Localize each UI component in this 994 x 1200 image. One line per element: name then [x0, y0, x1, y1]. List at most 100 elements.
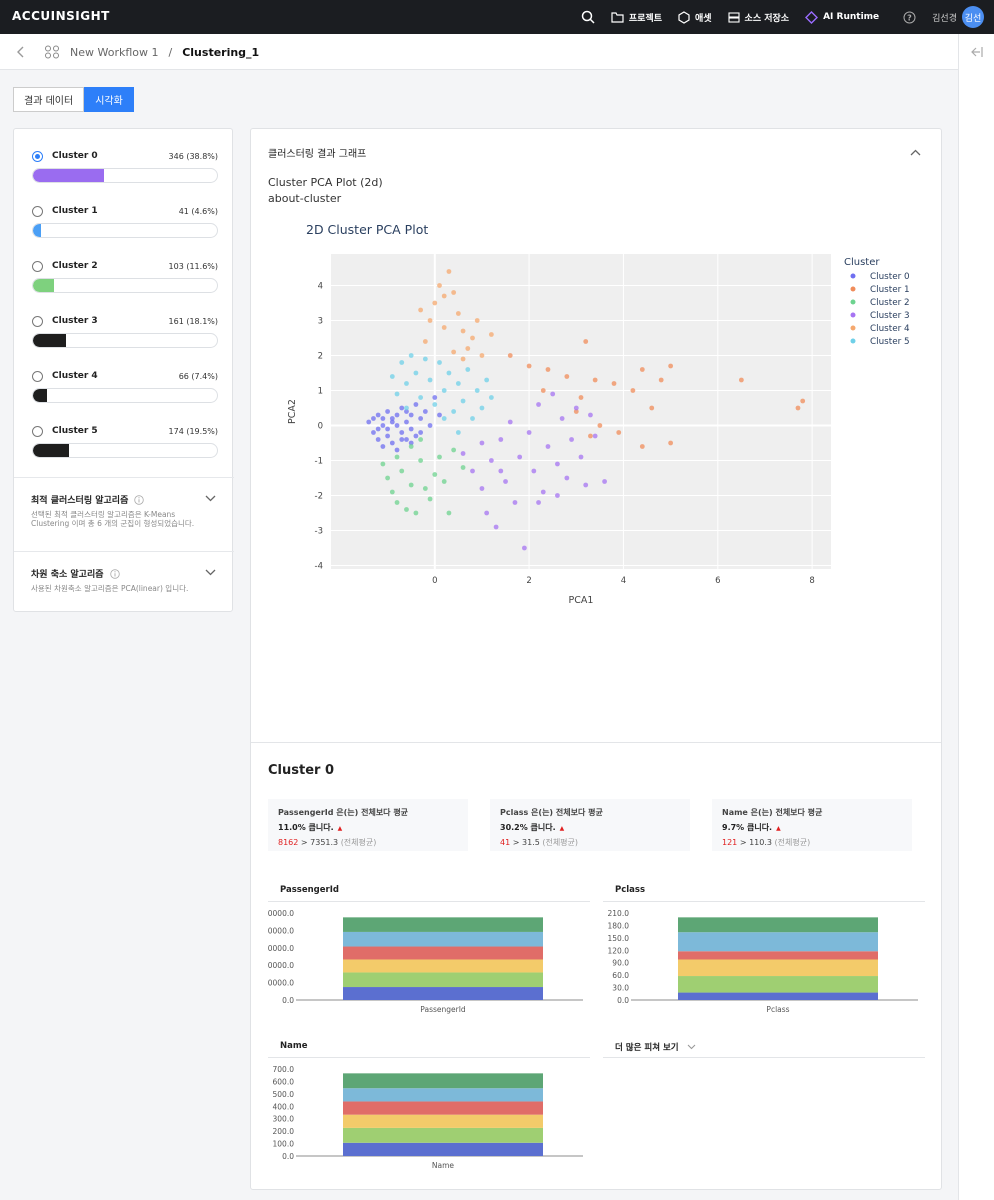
- data-point: [366, 419, 372, 425]
- data-point: [418, 458, 424, 463]
- right-side-panel: [958, 34, 994, 1200]
- app-logo[interactable]: ACCUINSIGHT: [12, 9, 110, 23]
- collapse-panel-icon[interactable]: [970, 46, 984, 58]
- legend-marker: [850, 273, 856, 279]
- feature-chart-title: PassengerId: [280, 885, 339, 895]
- data-point: [413, 370, 419, 376]
- dimension-reduction-section[interactable]: 차원 축소 알고리즘 사용된 차원축소 알고리즘은 PCA(linear) 입니…: [14, 551, 234, 611]
- cluster-radio[interactable]: [32, 260, 43, 272]
- legend-label: Cluster 5: [870, 337, 910, 347]
- y-tick-label: 1: [318, 387, 323, 397]
- y-axis-label: PCA2: [287, 399, 298, 424]
- nav-project[interactable]: 프로젝트: [611, 11, 662, 24]
- bar-segment: [678, 976, 878, 993]
- legend-label: Cluster 4: [870, 324, 910, 334]
- data-point: [432, 300, 438, 306]
- cluster-progress-fill: [33, 444, 69, 457]
- data-point: [408, 444, 414, 449]
- user-menu[interactable]: 김선경 김선: [932, 6, 984, 28]
- data-point: [470, 416, 475, 421]
- cluster-radio[interactable]: [32, 205, 43, 217]
- data-point: [437, 454, 442, 460]
- data-point: [385, 409, 391, 414]
- legend-label: Cluster 1: [870, 285, 910, 295]
- y-tick-label: 4: [318, 282, 323, 292]
- nav-source-storage[interactable]: 소스 저장소: [727, 11, 789, 24]
- y-tick-label: 90.0: [612, 959, 629, 968]
- more-features-dropdown[interactable]: 더 많은 피쳐 보기: [603, 1041, 925, 1058]
- stat-card: Name 은(는) 전체보다 평균 9.7% 큽니다. ▲ 121 > 110.3…: [712, 799, 912, 851]
- y-tick-label: 100.0: [273, 1140, 295, 1149]
- y-tick-label: 180.0: [608, 921, 630, 930]
- optimal-algorithm-section[interactable]: 최적 클러스터링 알고리즘 선택된 최적 클러스터링 알고리즘은 K-Means…: [14, 477, 234, 551]
- cluster-progress: [32, 278, 218, 293]
- cluster-item-2[interactable]: Cluster 2 103 (11.6%): [32, 259, 218, 293]
- stacked-bar-chart[interactable]: 0.0 30.0 60.0 90.0 120.0 150.0 180.0 210.0 Pclas…: [603, 905, 925, 1025]
- data-point: [507, 419, 513, 425]
- bar-segment: [343, 1127, 543, 1143]
- cluster-radio[interactable]: [32, 150, 43, 162]
- legend-label: Cluster 2: [870, 298, 910, 308]
- nav-search[interactable]: [581, 10, 595, 24]
- cluster-progress: [32, 333, 218, 348]
- cluster-radio[interactable]: [32, 425, 43, 437]
- cluster-item-5[interactable]: Cluster 5 174 (19.5%): [32, 424, 218, 458]
- stacked-bar-chart[interactable]: 0.0 100.0 200.0 300.0 400.0 500.0 600.0 700.0 Na…: [268, 1061, 590, 1181]
- data-point: [389, 419, 395, 425]
- data-point: [555, 461, 560, 467]
- y-tick-label: 3: [318, 317, 323, 327]
- bar-segment: [343, 917, 543, 932]
- data-point: [569, 437, 574, 442]
- up-triangle-icon: ▲: [559, 825, 565, 832]
- cluster-item-4[interactable]: Cluster 4 66 (7.4%): [32, 369, 218, 403]
- data-point: [422, 409, 428, 414]
- stat-avg-label: (전체평균): [542, 838, 579, 847]
- back-chevron-icon[interactable]: [16, 46, 26, 58]
- data-point: [550, 391, 556, 397]
- stat-feature: PassengerId 은(는) 전체보다 평균: [278, 808, 409, 817]
- data-point: [573, 405, 579, 411]
- feature-chart-divider: [603, 901, 925, 902]
- info-icon[interactable]: [134, 494, 145, 505]
- cluster-radio[interactable]: [32, 315, 43, 327]
- data-point: [446, 370, 452, 376]
- data-point: [460, 356, 466, 362]
- tab-result-data[interactable]: 결과 데이터: [13, 87, 85, 112]
- chevron-down-icon[interactable]: [205, 495, 216, 502]
- pca-scatter-plot[interactable]: 2D Cluster PCA Plot 0 2 4 6 8 -4 -3 -2 -1 0 1 2 3 4 PCA…: [281, 214, 931, 609]
- tab-visualization[interactable]: 시각화: [84, 87, 134, 112]
- breadcrumb-bar: New Workflow 1 / Clustering_1: [0, 34, 994, 70]
- stat-compare: > 31.5: [510, 838, 543, 847]
- data-point: [380, 416, 386, 421]
- data-point: [658, 377, 664, 383]
- cluster-item-3[interactable]: Cluster 3 161 (18.1%): [32, 314, 218, 348]
- data-point: [479, 353, 485, 358]
- feature-chart-name: Name 0.0 100.0 200.0 300.0 400.0 500.0 600.0 70…: [268, 1041, 590, 1181]
- avatar[interactable]: 김선: [962, 6, 984, 28]
- y-tick-label: 0.0: [282, 1152, 294, 1161]
- help-button[interactable]: ?: [903, 11, 916, 24]
- data-point: [455, 311, 461, 316]
- data-point: [394, 412, 400, 418]
- cluster-name: Cluster 3: [52, 316, 98, 326]
- chevron-down-icon[interactable]: [205, 569, 216, 576]
- stacked-bar-chart[interactable]: 0.0 0000.0 0000.0 0000.0 0000.0 0000.0 Passeng…: [268, 905, 590, 1025]
- breadcrumb-workflow[interactable]: New Workflow 1: [70, 46, 159, 59]
- cluster-progress-fill: [33, 334, 67, 347]
- bar-segment: [343, 972, 543, 988]
- breadcrumb-current: Clustering_1: [182, 45, 260, 59]
- chevron-up-icon[interactable]: [910, 149, 921, 156]
- data-point: [465, 367, 471, 372]
- data-point: [545, 367, 551, 372]
- nav-asset[interactable]: 애셋: [678, 10, 712, 24]
- data-point: [583, 339, 589, 344]
- bar-segment: [678, 917, 878, 933]
- info-icon[interactable]: [109, 568, 120, 579]
- data-point: [540, 388, 546, 393]
- stat-percent: 11.0% 큽니다.: [278, 823, 334, 832]
- data-point: [394, 423, 400, 428]
- cluster-item-0[interactable]: Cluster 0 346 (38.8%): [32, 149, 218, 183]
- nav-ai-runtime[interactable]: AI Runtime: [805, 10, 879, 24]
- cluster-radio[interactable]: [32, 370, 43, 382]
- cluster-item-1[interactable]: Cluster 1 41 (4.6%): [32, 204, 218, 238]
